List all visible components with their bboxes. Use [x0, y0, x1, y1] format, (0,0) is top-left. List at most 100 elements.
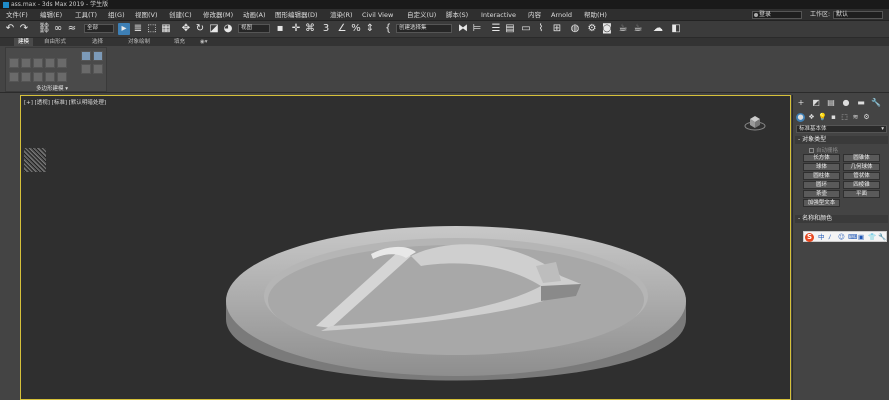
coin-model[interactable]	[221, 226, 691, 400]
ribbon-panel-label[interactable]: 多边形建模 ▾	[36, 84, 68, 92]
ribbon-tab[interactable]: 选择	[88, 38, 107, 46]
object-type-button[interactable]: 几何球体	[843, 163, 880, 171]
schematic-view-icon[interactable]: ⊞	[551, 23, 563, 35]
ime-item-icon[interactable]: ▣	[858, 233, 864, 242]
unlink-icon[interactable]: ∞	[52, 23, 64, 35]
menu-item[interactable]: 创建(C)	[169, 9, 192, 21]
select-object-icon[interactable]: ▸	[118, 23, 130, 35]
menu-item[interactable]: 视图(V)	[135, 9, 158, 21]
selection-filter-select[interactable]: 全部	[84, 24, 114, 33]
name-color-header[interactable]: - 名称和颜色	[795, 215, 888, 223]
scale-icon[interactable]: ◪	[208, 23, 220, 35]
polygon-mode-icon[interactable]	[45, 58, 55, 68]
menu-item[interactable]: Arnold	[551, 9, 572, 21]
redo-icon[interactable]: ↷	[18, 23, 30, 35]
use-stack-icon[interactable]	[21, 72, 31, 82]
a360-gallery-icon[interactable]: ◧	[670, 23, 682, 35]
loop-selection-icon[interactable]	[93, 64, 103, 74]
bind-space-warp-icon[interactable]: ≈	[66, 23, 78, 35]
create-tab-icon[interactable]: +	[796, 98, 806, 108]
object-type-button[interactable]: 四棱锥	[843, 181, 880, 189]
rendered-frame-window-icon[interactable]: ◙	[601, 23, 613, 35]
curve-editor-icon[interactable]: ⌇	[535, 23, 547, 35]
menu-item[interactable]: 自定义(U)	[407, 9, 436, 21]
link-icon[interactable]: ⛓	[38, 23, 51, 35]
object-type-button[interactable]: 圆环	[803, 181, 840, 189]
ime-item-icon[interactable]: 🔧	[878, 233, 886, 242]
render-in-cloud-icon[interactable]: ☁	[652, 23, 664, 35]
window-crossing-icon[interactable]: ▦	[160, 23, 172, 35]
keyboard-shortcut-icon[interactable]: ⌘	[304, 23, 316, 35]
auto-grid-checkbox[interactable]: 自动栅格	[809, 146, 838, 154]
ime-item-icon[interactable]: 中	[818, 233, 825, 242]
shapes-icon[interactable]: ❖	[807, 113, 816, 122]
render-production-icon[interactable]: ☕	[617, 23, 629, 35]
object-type-dropdown[interactable]: 标准基本体 ▾	[796, 125, 887, 133]
percent-snap-icon[interactable]: %	[350, 23, 362, 35]
object-type-button[interactable]: 球体	[803, 163, 840, 171]
scene-explorer-icon[interactable]: ☰	[490, 23, 502, 35]
object-type-button[interactable]: 平面	[843, 190, 880, 198]
mirror-icon[interactable]: ⧓	[457, 23, 469, 35]
select-element-icon[interactable]	[81, 51, 91, 61]
pivot-center-icon[interactable]: ▪	[274, 23, 286, 35]
ignore-backfacing-icon[interactable]	[57, 72, 67, 82]
perspective-viewport[interactable]: [+] [透视] [标准] [默认明暗处理]	[20, 95, 791, 400]
collapse-stack-icon[interactable]	[33, 72, 43, 82]
object-type-header[interactable]: - 对象类型	[795, 136, 888, 144]
cameras-icon[interactable]: ▪	[829, 113, 838, 122]
systems-icon[interactable]: ⚙	[862, 113, 871, 122]
spinner-snap-icon[interactable]: ⇕	[364, 23, 376, 35]
place-icon[interactable]: ◕	[222, 23, 234, 35]
rectangular-selection-icon[interactable]: ⬚	[146, 23, 158, 35]
menu-item[interactable]: Civil View	[362, 9, 393, 21]
ribbon-tab[interactable]: 建模	[14, 38, 34, 46]
display-tab-icon[interactable]: ▬	[856, 98, 866, 108]
login-dropdown[interactable]: 登录	[752, 11, 802, 19]
menu-item[interactable]: Interactive	[481, 9, 516, 21]
grow-selection-icon[interactable]	[81, 64, 91, 74]
ime-item-icon[interactable]: ﾉ	[828, 233, 831, 242]
menu-item[interactable]: 脚本(S)	[446, 9, 468, 21]
ime-item-icon[interactable]: ☺	[838, 233, 845, 242]
modify-tab-icon[interactable]: ◩	[811, 98, 821, 108]
edge-mode-icon[interactable]	[21, 58, 31, 68]
rotate-icon[interactable]: ↻	[194, 23, 206, 35]
space-warps-icon[interactable]: ≋	[851, 113, 860, 122]
ime-item-icon[interactable]: 👕	[868, 233, 876, 242]
move-icon[interactable]: ✥	[180, 23, 192, 35]
hierarchy-tab-icon[interactable]: ▤	[826, 98, 836, 108]
viewport-label[interactable]: [+] [透视] [标准] [默认明暗处理]	[24, 98, 106, 106]
layer-explorer-icon[interactable]: ▤	[504, 23, 516, 35]
angle-snap-icon[interactable]: ∠	[336, 23, 348, 35]
menu-item[interactable]: 修改器(M)	[203, 9, 233, 21]
select-by-name-icon[interactable]: ≣	[132, 23, 144, 35]
toggle-ribbon-icon[interactable]: ▭	[520, 23, 532, 35]
object-type-button[interactable]: 长方体	[803, 154, 840, 162]
menu-item[interactable]: 编辑(E)	[40, 9, 62, 21]
snaps-toggle-icon[interactable]: 3	[320, 23, 332, 35]
object-type-button[interactable]: 圆锥体	[843, 154, 880, 162]
object-type-button[interactable]: 圆柱体	[803, 172, 840, 180]
object-type-button[interactable]: 管状体	[843, 172, 880, 180]
modify-mode-icon[interactable]	[9, 72, 19, 82]
undo-icon[interactable]: ↶	[4, 23, 16, 35]
viewcube-icon[interactable]	[744, 110, 766, 132]
render-setup-icon[interactable]: ⚙	[586, 23, 598, 35]
menu-item[interactable]: 帮助(H)	[584, 9, 607, 21]
menu-item[interactable]: 内容	[528, 9, 541, 21]
vertex-mode-icon[interactable]	[9, 58, 19, 68]
ribbon-tab[interactable]: 自由形式	[40, 38, 70, 46]
ime-item-icon[interactable]: ⌨	[848, 233, 857, 242]
menu-item[interactable]: 文件(F)	[6, 9, 28, 21]
align-icon[interactable]: ⊨	[471, 23, 483, 35]
ime-toolbar[interactable]: S 中ﾉ ☺ ⌨ ▣ 👕 🔧	[803, 231, 887, 242]
select-and-manipulate-icon[interactable]: ✛	[290, 23, 302, 35]
border-mode-icon[interactable]	[33, 58, 43, 68]
motion-tab-icon[interactable]: ●	[841, 98, 851, 108]
preview-off-icon[interactable]	[45, 72, 55, 82]
element-mode-icon[interactable]	[57, 58, 67, 68]
menu-item[interactable]: 渲染(R)	[330, 9, 353, 21]
material-editor-icon[interactable]: ◍	[569, 23, 581, 35]
utilities-tab-icon[interactable]: 🔧	[871, 98, 881, 108]
